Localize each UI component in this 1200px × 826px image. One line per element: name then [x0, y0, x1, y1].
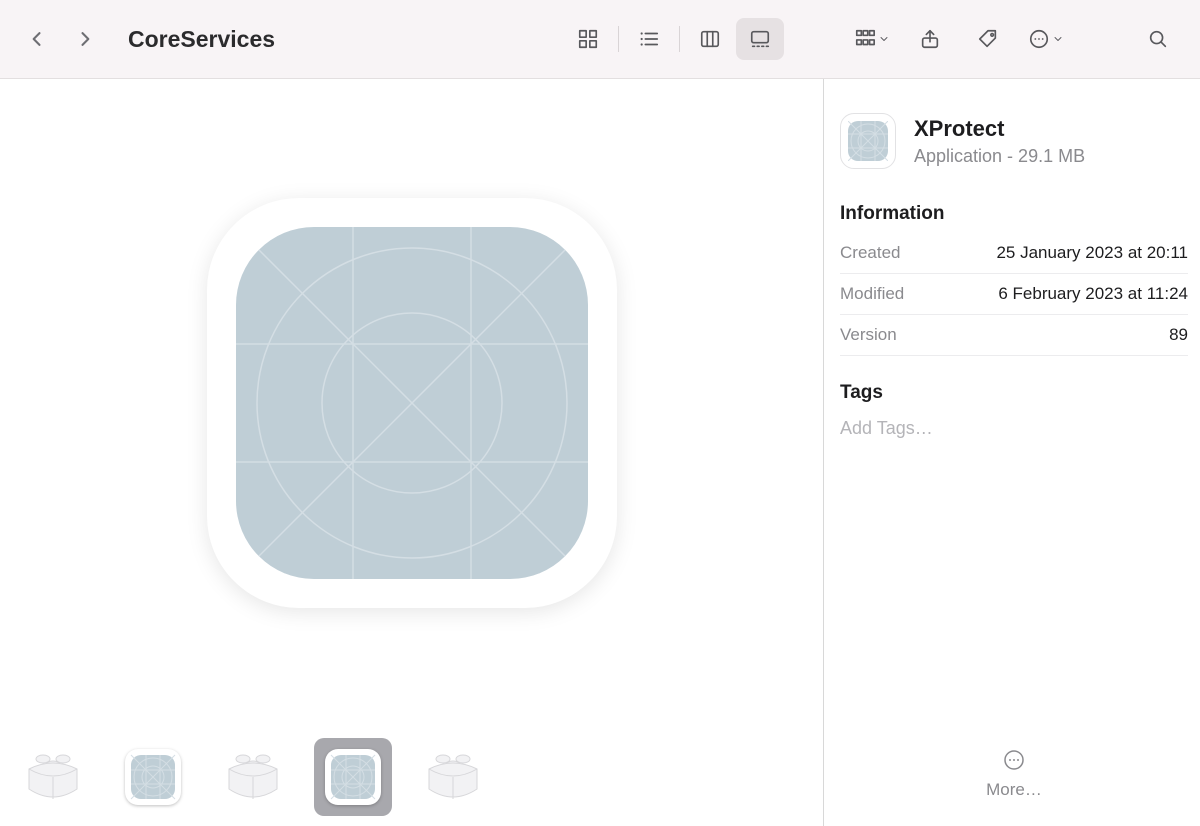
gallery-icon: [749, 28, 771, 50]
forward-button[interactable]: [66, 20, 104, 58]
thumb-item-2[interactable]: [214, 738, 292, 816]
tags-button[interactable]: [964, 18, 1012, 60]
ellipsis-circle-icon: [1002, 748, 1026, 772]
inspector-header: XProtect Application - 29.1 MB: [840, 113, 1188, 169]
share-icon: [919, 28, 941, 50]
thumb-item-4[interactable]: [414, 738, 492, 816]
group-icon: [854, 28, 876, 50]
created-label: Created: [840, 243, 900, 263]
separator: [679, 26, 680, 52]
more-button[interactable]: More…: [986, 748, 1042, 800]
content-body: XProtect Application - 29.1 MB Informati…: [0, 79, 1200, 826]
app-icon-placeholder: [236, 227, 588, 579]
chevron-left-icon: [27, 29, 47, 49]
section-information: Information: [840, 203, 1188, 225]
chevron-right-icon: [75, 29, 95, 49]
file-kind-size: Application - 29.1 MB: [914, 146, 1085, 167]
info-row-modified: Modified 6 February 2023 at 11:24: [840, 274, 1188, 315]
toolbar: CoreServices: [0, 0, 1200, 79]
version-label: Version: [840, 325, 897, 345]
more-label: More…: [986, 780, 1042, 800]
section-tags: Tags: [840, 382, 1188, 404]
share-button[interactable]: [906, 18, 954, 60]
preview-canvas: [0, 79, 823, 726]
view-icons-button[interactable]: [564, 18, 612, 60]
created-value: 25 January 2023 at 20:11: [996, 243, 1188, 263]
modified-value: 6 February 2023 at 11:24: [998, 284, 1188, 304]
info-row-created: Created 25 January 2023 at 20:11: [840, 233, 1188, 274]
window-title: CoreServices: [128, 26, 275, 53]
version-value: 89: [1169, 325, 1188, 345]
view-columns-button[interactable]: [686, 18, 734, 60]
search-icon: [1147, 28, 1169, 50]
file-name: XProtect: [914, 116, 1085, 142]
guideline-grid-icon: [236, 227, 588, 579]
grid-icon: [577, 28, 599, 50]
ellipsis-circle-icon: [1028, 28, 1050, 50]
preview-column: [0, 79, 823, 826]
search-button[interactable]: [1134, 18, 1182, 60]
list-icon: [638, 28, 660, 50]
guideline-grid-icon: [848, 121, 888, 161]
view-list-button[interactable]: [625, 18, 673, 60]
modified-label: Modified: [840, 284, 904, 304]
actions-button[interactable]: [1022, 18, 1070, 60]
tag-icon: [977, 28, 999, 50]
group-by-button[interactable]: [848, 18, 896, 60]
back-button[interactable]: [18, 20, 56, 58]
chevron-down-icon: [878, 33, 890, 45]
info-row-version: Version 89: [840, 315, 1188, 356]
columns-icon: [699, 28, 721, 50]
thumb-item-0[interactable]: [14, 738, 92, 816]
thumb-item-1[interactable]: [114, 738, 192, 816]
view-gallery-button[interactable]: [736, 18, 784, 60]
add-tags-field[interactable]: Add Tags…: [840, 418, 1188, 439]
separator: [618, 26, 619, 52]
thumb-item-3[interactable]: [314, 738, 392, 816]
file-preview-icon: [207, 198, 617, 608]
thumbnail-strip[interactable]: [0, 726, 823, 826]
view-switch-group: [564, 18, 784, 60]
chevron-down-icon: [1052, 33, 1064, 45]
inspector-footer: More…: [840, 748, 1188, 808]
inspector-file-icon: [840, 113, 896, 169]
inspector-panel: XProtect Application - 29.1 MB Informati…: [823, 79, 1200, 826]
